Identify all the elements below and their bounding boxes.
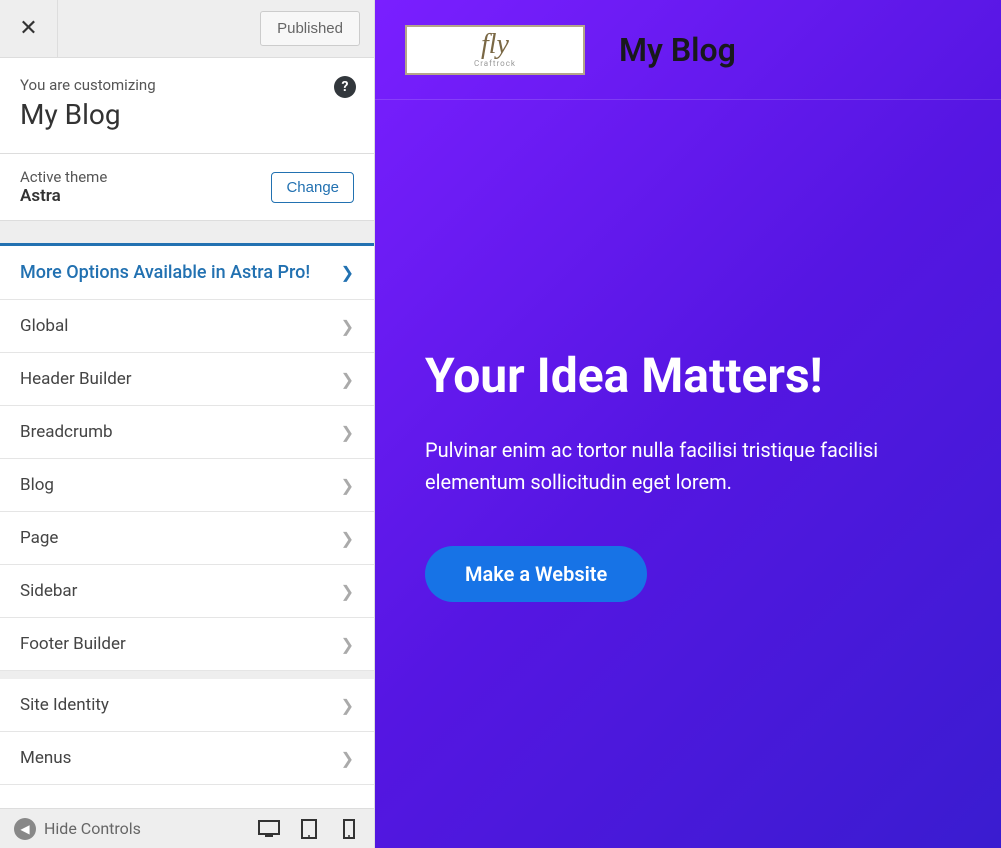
chevron-right-icon: ❯ bbox=[341, 263, 354, 282]
tablet-icon[interactable] bbox=[298, 818, 320, 840]
section-label: Page bbox=[20, 528, 58, 548]
section-label: Sidebar bbox=[20, 581, 77, 601]
hide-controls-button[interactable]: ◀ Hide Controls bbox=[14, 818, 141, 840]
bottom-bar: ◀ Hide Controls bbox=[0, 808, 374, 848]
theme-label: Active theme bbox=[20, 168, 107, 186]
close-icon: ✕ bbox=[19, 16, 37, 41]
chevron-right-icon: ❯ bbox=[341, 582, 354, 601]
astra-pro-promo[interactable]: More Options Available in Astra Pro! ❯ bbox=[0, 243, 374, 300]
cta-button[interactable]: Make a Website bbox=[425, 546, 647, 602]
section-footer-builder[interactable]: Footer Builder ❯ bbox=[0, 618, 374, 671]
section-label: Global bbox=[20, 316, 68, 336]
section-header-builder[interactable]: Header Builder ❯ bbox=[0, 353, 374, 406]
chevron-right-icon: ❯ bbox=[341, 370, 354, 389]
section-sidebar[interactable]: Sidebar ❯ bbox=[0, 565, 374, 618]
desktop-icon[interactable] bbox=[258, 818, 280, 840]
section-label: Site Identity bbox=[20, 695, 109, 715]
chevron-right-icon: ❯ bbox=[341, 529, 354, 548]
active-theme-block: Active theme Astra Change bbox=[0, 154, 374, 221]
spacer bbox=[0, 221, 374, 243]
hide-controls-label: Hide Controls bbox=[44, 819, 141, 838]
customize-header: You are customizing My Blog ? bbox=[0, 58, 374, 154]
chevron-right-icon: ❯ bbox=[341, 635, 354, 654]
hero-title: Your Idea Matters! bbox=[425, 347, 951, 404]
chevron-right-icon: ❯ bbox=[341, 317, 354, 336]
top-bar: ✕ Published bbox=[0, 0, 374, 58]
spacer bbox=[0, 671, 374, 679]
collapse-icon: ◀ bbox=[14, 818, 36, 840]
chevron-right-icon: ❯ bbox=[341, 423, 354, 442]
section-label: Footer Builder bbox=[20, 634, 126, 654]
hero-section: Your Idea Matters! Pulvinar enim ac tort… bbox=[375, 100, 1001, 848]
customizer-panel: ✕ Published You are customizing My Blog … bbox=[0, 0, 375, 848]
chevron-right-icon: ❯ bbox=[341, 696, 354, 715]
section-site-identity[interactable]: Site Identity ❯ bbox=[0, 679, 374, 732]
publish-button[interactable]: Published bbox=[260, 11, 360, 46]
logo-subtitle: Craftrock bbox=[474, 59, 516, 68]
close-button[interactable]: ✕ bbox=[0, 0, 58, 58]
section-breadcrumb[interactable]: Breadcrumb ❯ bbox=[0, 406, 374, 459]
theme-name: Astra bbox=[20, 186, 107, 206]
site-name: My Blog bbox=[20, 98, 354, 131]
section-label: Blog bbox=[20, 475, 54, 495]
device-preview-group bbox=[258, 818, 360, 840]
site-logo[interactable]: fly Craftrock bbox=[405, 25, 585, 75]
section-global[interactable]: Global ❯ bbox=[0, 300, 374, 353]
hero-text: Pulvinar enim ac tortor nulla facilisi t… bbox=[425, 434, 925, 498]
preview-pane: fly Craftrock My Blog Your Idea Matters!… bbox=[375, 0, 1001, 848]
sections-list: More Options Available in Astra Pro! ❯ G… bbox=[0, 243, 374, 848]
help-icon[interactable]: ? bbox=[334, 76, 356, 98]
preview-header: fly Craftrock My Blog bbox=[375, 0, 1001, 100]
section-page[interactable]: Page ❯ bbox=[0, 512, 374, 565]
section-menus[interactable]: Menus ❯ bbox=[0, 732, 374, 785]
promo-label: More Options Available in Astra Pro! bbox=[20, 262, 310, 283]
customizing-label: You are customizing bbox=[20, 76, 354, 94]
chevron-right-icon: ❯ bbox=[341, 749, 354, 768]
logo-text: fly bbox=[481, 31, 509, 59]
section-label: Breadcrumb bbox=[20, 422, 113, 442]
chevron-right-icon: ❯ bbox=[341, 476, 354, 495]
theme-info: Active theme Astra bbox=[20, 168, 107, 206]
change-theme-button[interactable]: Change bbox=[271, 172, 354, 203]
mobile-icon[interactable] bbox=[338, 818, 360, 840]
section-label: Header Builder bbox=[20, 369, 132, 389]
site-title[interactable]: My Blog bbox=[619, 31, 736, 69]
section-label: Menus bbox=[20, 748, 71, 768]
section-blog[interactable]: Blog ❯ bbox=[0, 459, 374, 512]
